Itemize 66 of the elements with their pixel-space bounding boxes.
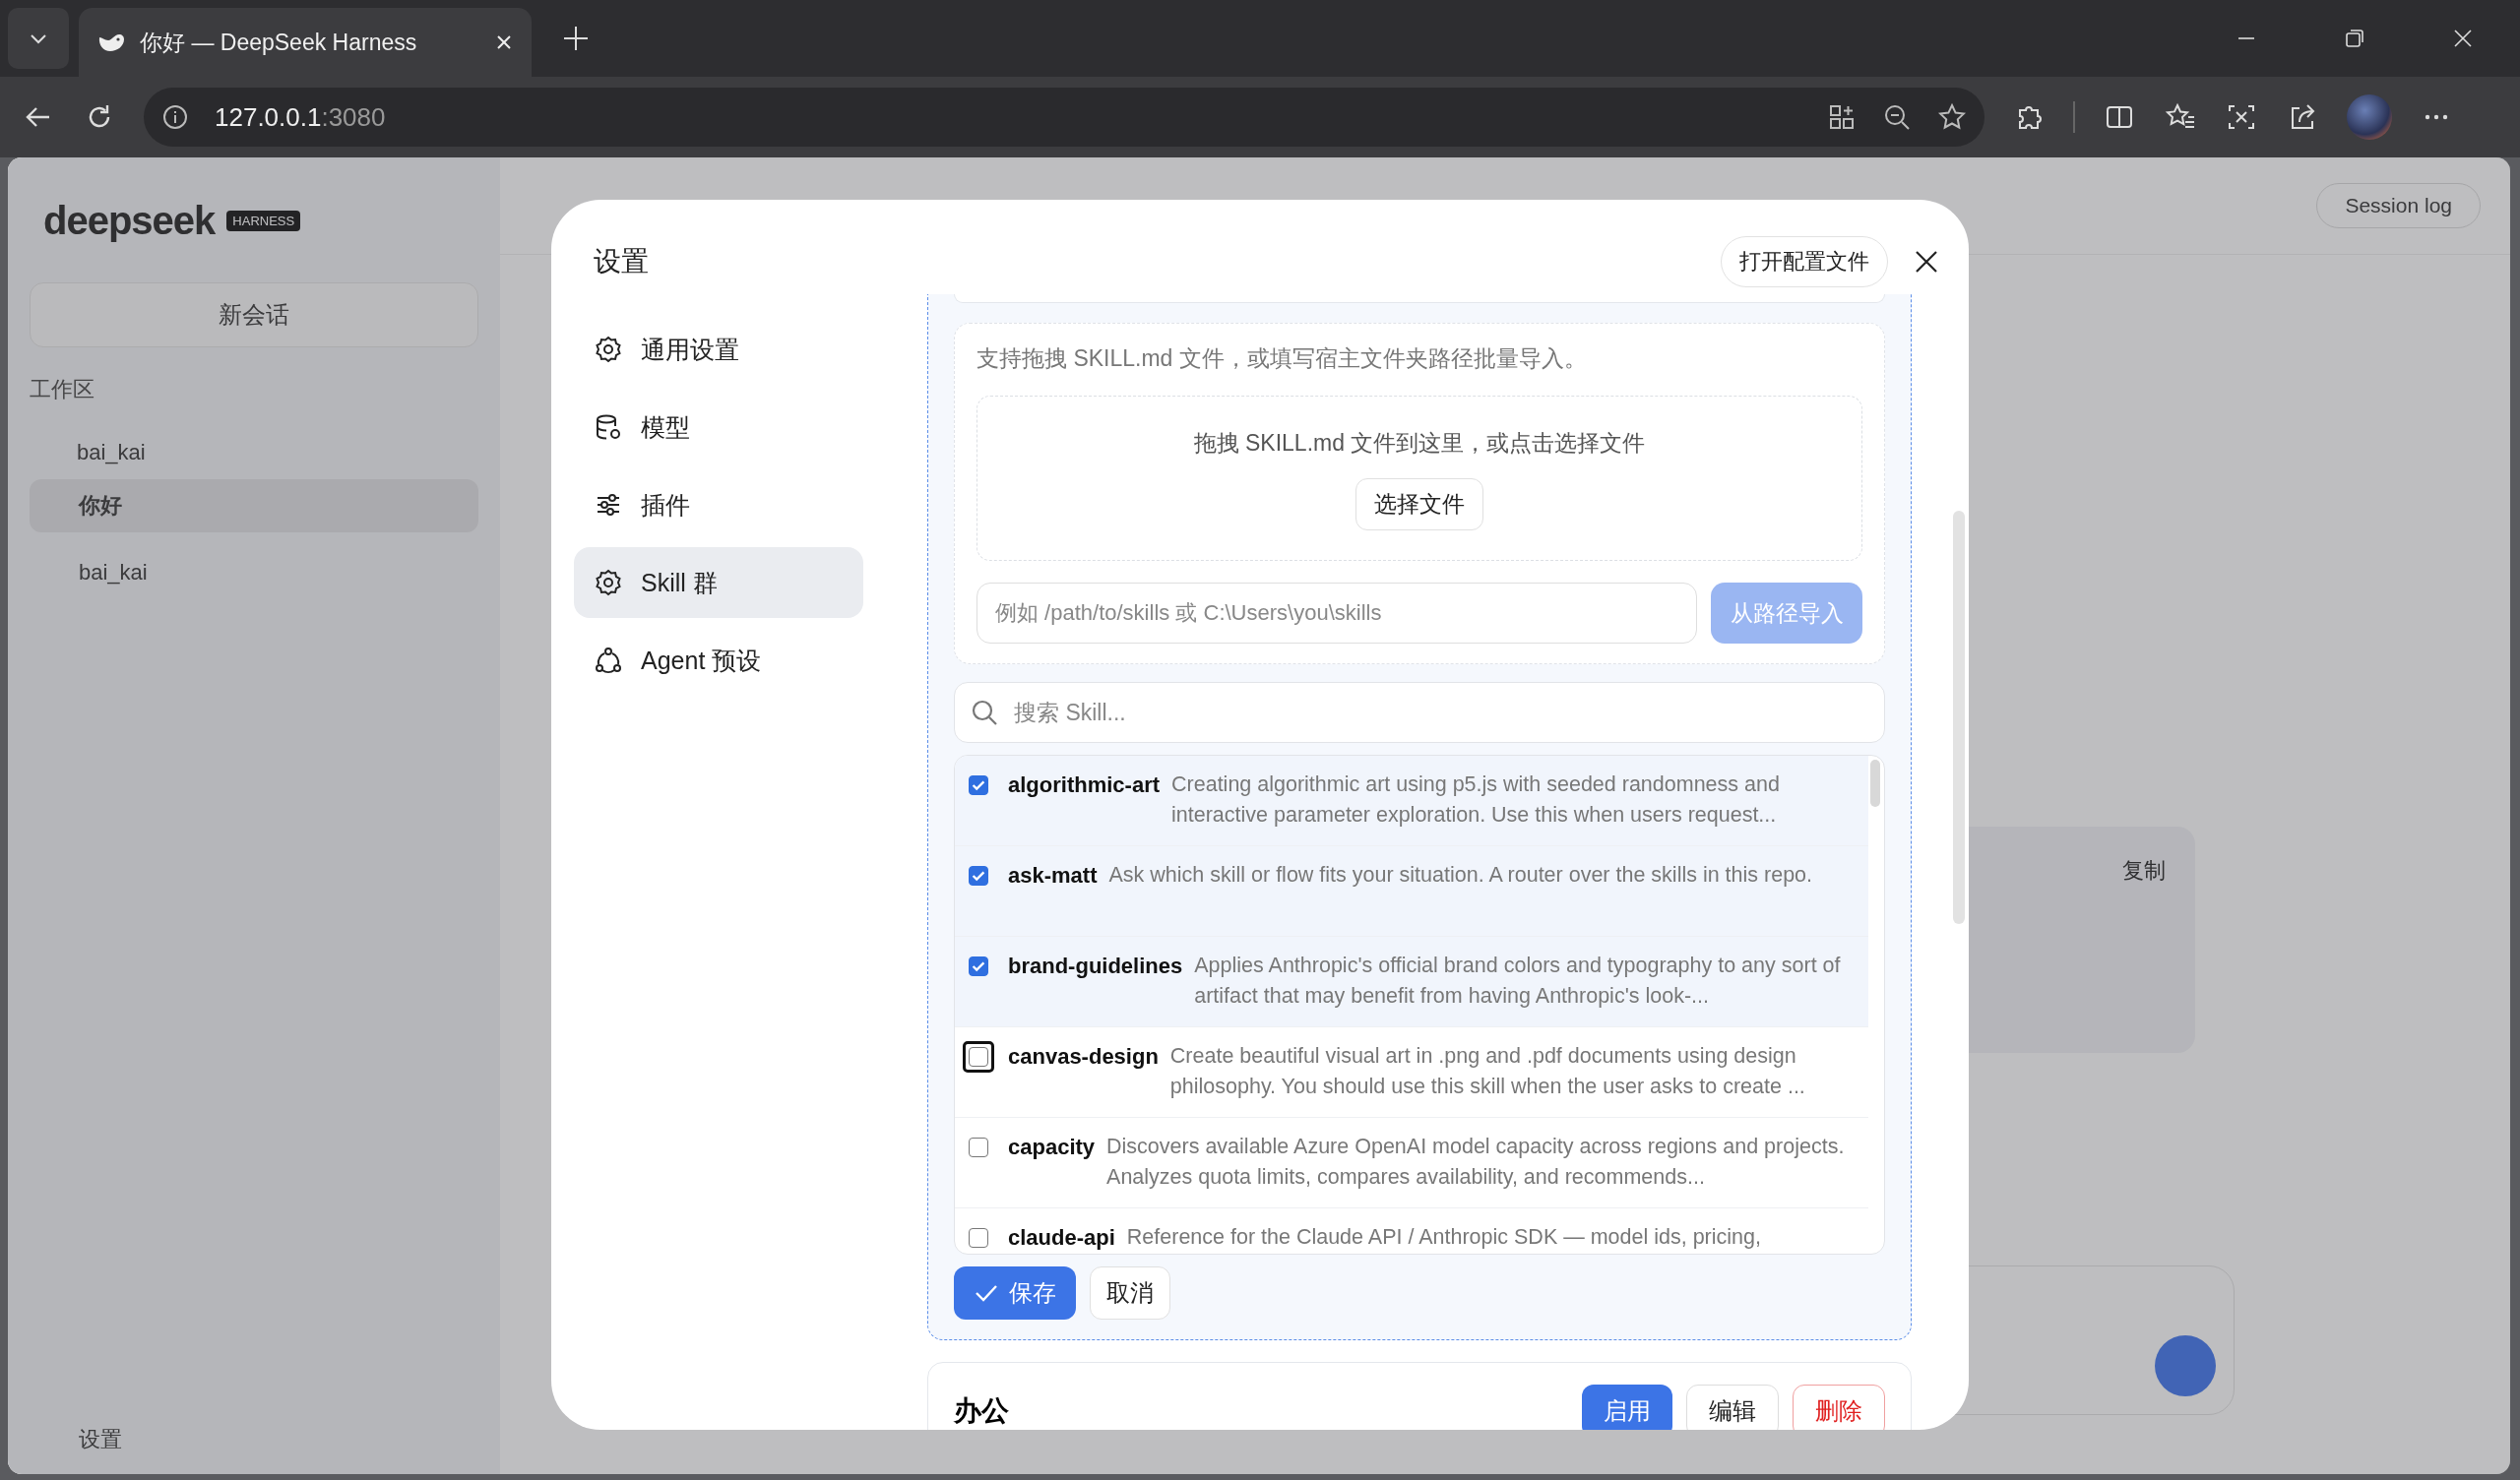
checkbox[interactable] xyxy=(969,1047,988,1067)
skill-name: ask-matt xyxy=(1008,862,1098,890)
apps-icon[interactable] xyxy=(1827,102,1857,132)
skill-name: brand-guidelines xyxy=(1008,953,1183,980)
path-input[interactable]: 例如 /path/to/skills 或 C:\Users\you\skills xyxy=(976,583,1697,644)
close-icon[interactable] xyxy=(1914,249,1939,275)
section-label: 工作区 xyxy=(30,376,95,403)
restore-icon[interactable] xyxy=(2343,27,2366,50)
scrollbar-thumb[interactable] xyxy=(1870,760,1880,807)
gear-icon xyxy=(594,568,623,597)
skill-name: capacity xyxy=(1008,1134,1096,1161)
checkbox[interactable] xyxy=(969,1228,988,1248)
copy-link[interactable]: 复制 xyxy=(2122,856,2166,886)
checkbox[interactable] xyxy=(969,775,988,795)
drop-text: 拖拽 SKILL.md 文件到这里，或点击选择文件 xyxy=(1193,429,1646,458)
address-bar[interactable]: 127.0.0.1:3080 xyxy=(144,88,1984,147)
open-config-button[interactable]: 打开配置文件 xyxy=(1721,236,1888,287)
nav-item[interactable]: Agent 预设 xyxy=(574,625,863,696)
star-icon[interactable] xyxy=(1937,102,1967,132)
scrollbar-thumb[interactable] xyxy=(1953,511,1965,924)
skill-description: Discovers available Azure OpenAI model capacity across regions and projects. Analyzes quota limits, compares availability, and recommends... xyxy=(1106,1134,1846,1191)
save-button[interactable]: 保存 xyxy=(954,1266,1076,1320)
app-logo: deepseek xyxy=(43,199,216,243)
session-item[interactable]: bai_kai xyxy=(30,546,478,599)
delete-button[interactable]: 删除 xyxy=(1793,1385,1885,1430)
nav-item[interactable]: Skill 群 xyxy=(574,547,863,618)
edit-button[interactable]: 编辑 xyxy=(1686,1385,1779,1430)
database-icon xyxy=(594,412,623,442)
network-icon xyxy=(594,646,623,675)
session-log-button[interactable]: Session log xyxy=(2316,183,2481,228)
session-item[interactable]: 你好 xyxy=(30,479,478,532)
info-icon xyxy=(161,103,189,131)
enable-button[interactable]: 启用 xyxy=(1582,1385,1672,1430)
checkbox[interactable] xyxy=(969,956,988,976)
skill-description: Ask which skill or flow fits your situation. A router over the skills in this repo. xyxy=(1108,862,1814,889)
nav-item[interactable]: 插件 xyxy=(574,469,863,540)
url-text: 127.0.0.1:3080 xyxy=(215,101,386,133)
folder-item[interactable]: bai_kai xyxy=(30,440,478,465)
tab-title: 你好 — DeepSeek Harness xyxy=(140,28,418,57)
skill-description: Applies Anthropic's official brand colors and typography to any sort of artifact that may benefit from having Anthropic's look-... xyxy=(1194,953,1842,1010)
drop-zone[interactable]: 拖拽 SKILL.md 文件到这里，或点击选择文件 选择文件 xyxy=(976,396,1862,561)
import-hint: 支持拖拽 SKILL.md 文件，或填写宿主文件夹路径批量导入。 xyxy=(976,344,1588,373)
group-title: 办公 xyxy=(954,1394,1009,1428)
nav-item[interactable]: 模型 xyxy=(574,392,863,462)
new-tab-icon[interactable] xyxy=(561,24,591,53)
browser-tab[interactable]: 你好 — DeepSeek Harness xyxy=(79,8,532,77)
zoom-out-icon[interactable] xyxy=(1882,102,1912,132)
skill-name: canvas-design xyxy=(1008,1043,1159,1071)
gear-icon xyxy=(594,335,623,364)
settings-link[interactable]: 设置 xyxy=(30,1425,478,1454)
checkbox[interactable] xyxy=(969,1138,988,1157)
choose-file-button[interactable]: 选择文件 xyxy=(1355,478,1483,530)
skill-description: Create beautiful visual art in .png and .pdf documents using design philosophy. You should use this skill when the user asks to create ... xyxy=(1169,1043,1806,1100)
new-chat-button[interactable]: 新会话 xyxy=(30,282,478,347)
search-icon xyxy=(970,698,999,727)
profile-avatar[interactable] xyxy=(2347,94,2392,140)
checkbox[interactable] xyxy=(969,866,988,886)
skill-description: Reference for the Claude API / Anthropic SDK — model ids, pricing, xyxy=(1126,1224,1762,1251)
skill-name: claude-api xyxy=(1008,1224,1115,1252)
dialog-title: 设置 xyxy=(594,245,649,278)
cancel-button[interactable]: 取消 xyxy=(1090,1266,1170,1320)
nav-item[interactable]: 通用设置 xyxy=(574,314,863,385)
search-field[interactable]: 搜索 Skill... xyxy=(954,682,1885,743)
app-badge: HARNESS xyxy=(226,211,301,231)
skill-description: Creating algorithmic art using p5.js with seeded randomness and interactive parameter exploration. Use this when users request... xyxy=(1171,771,1781,829)
skill-name: algorithmic-art xyxy=(1008,771,1161,799)
